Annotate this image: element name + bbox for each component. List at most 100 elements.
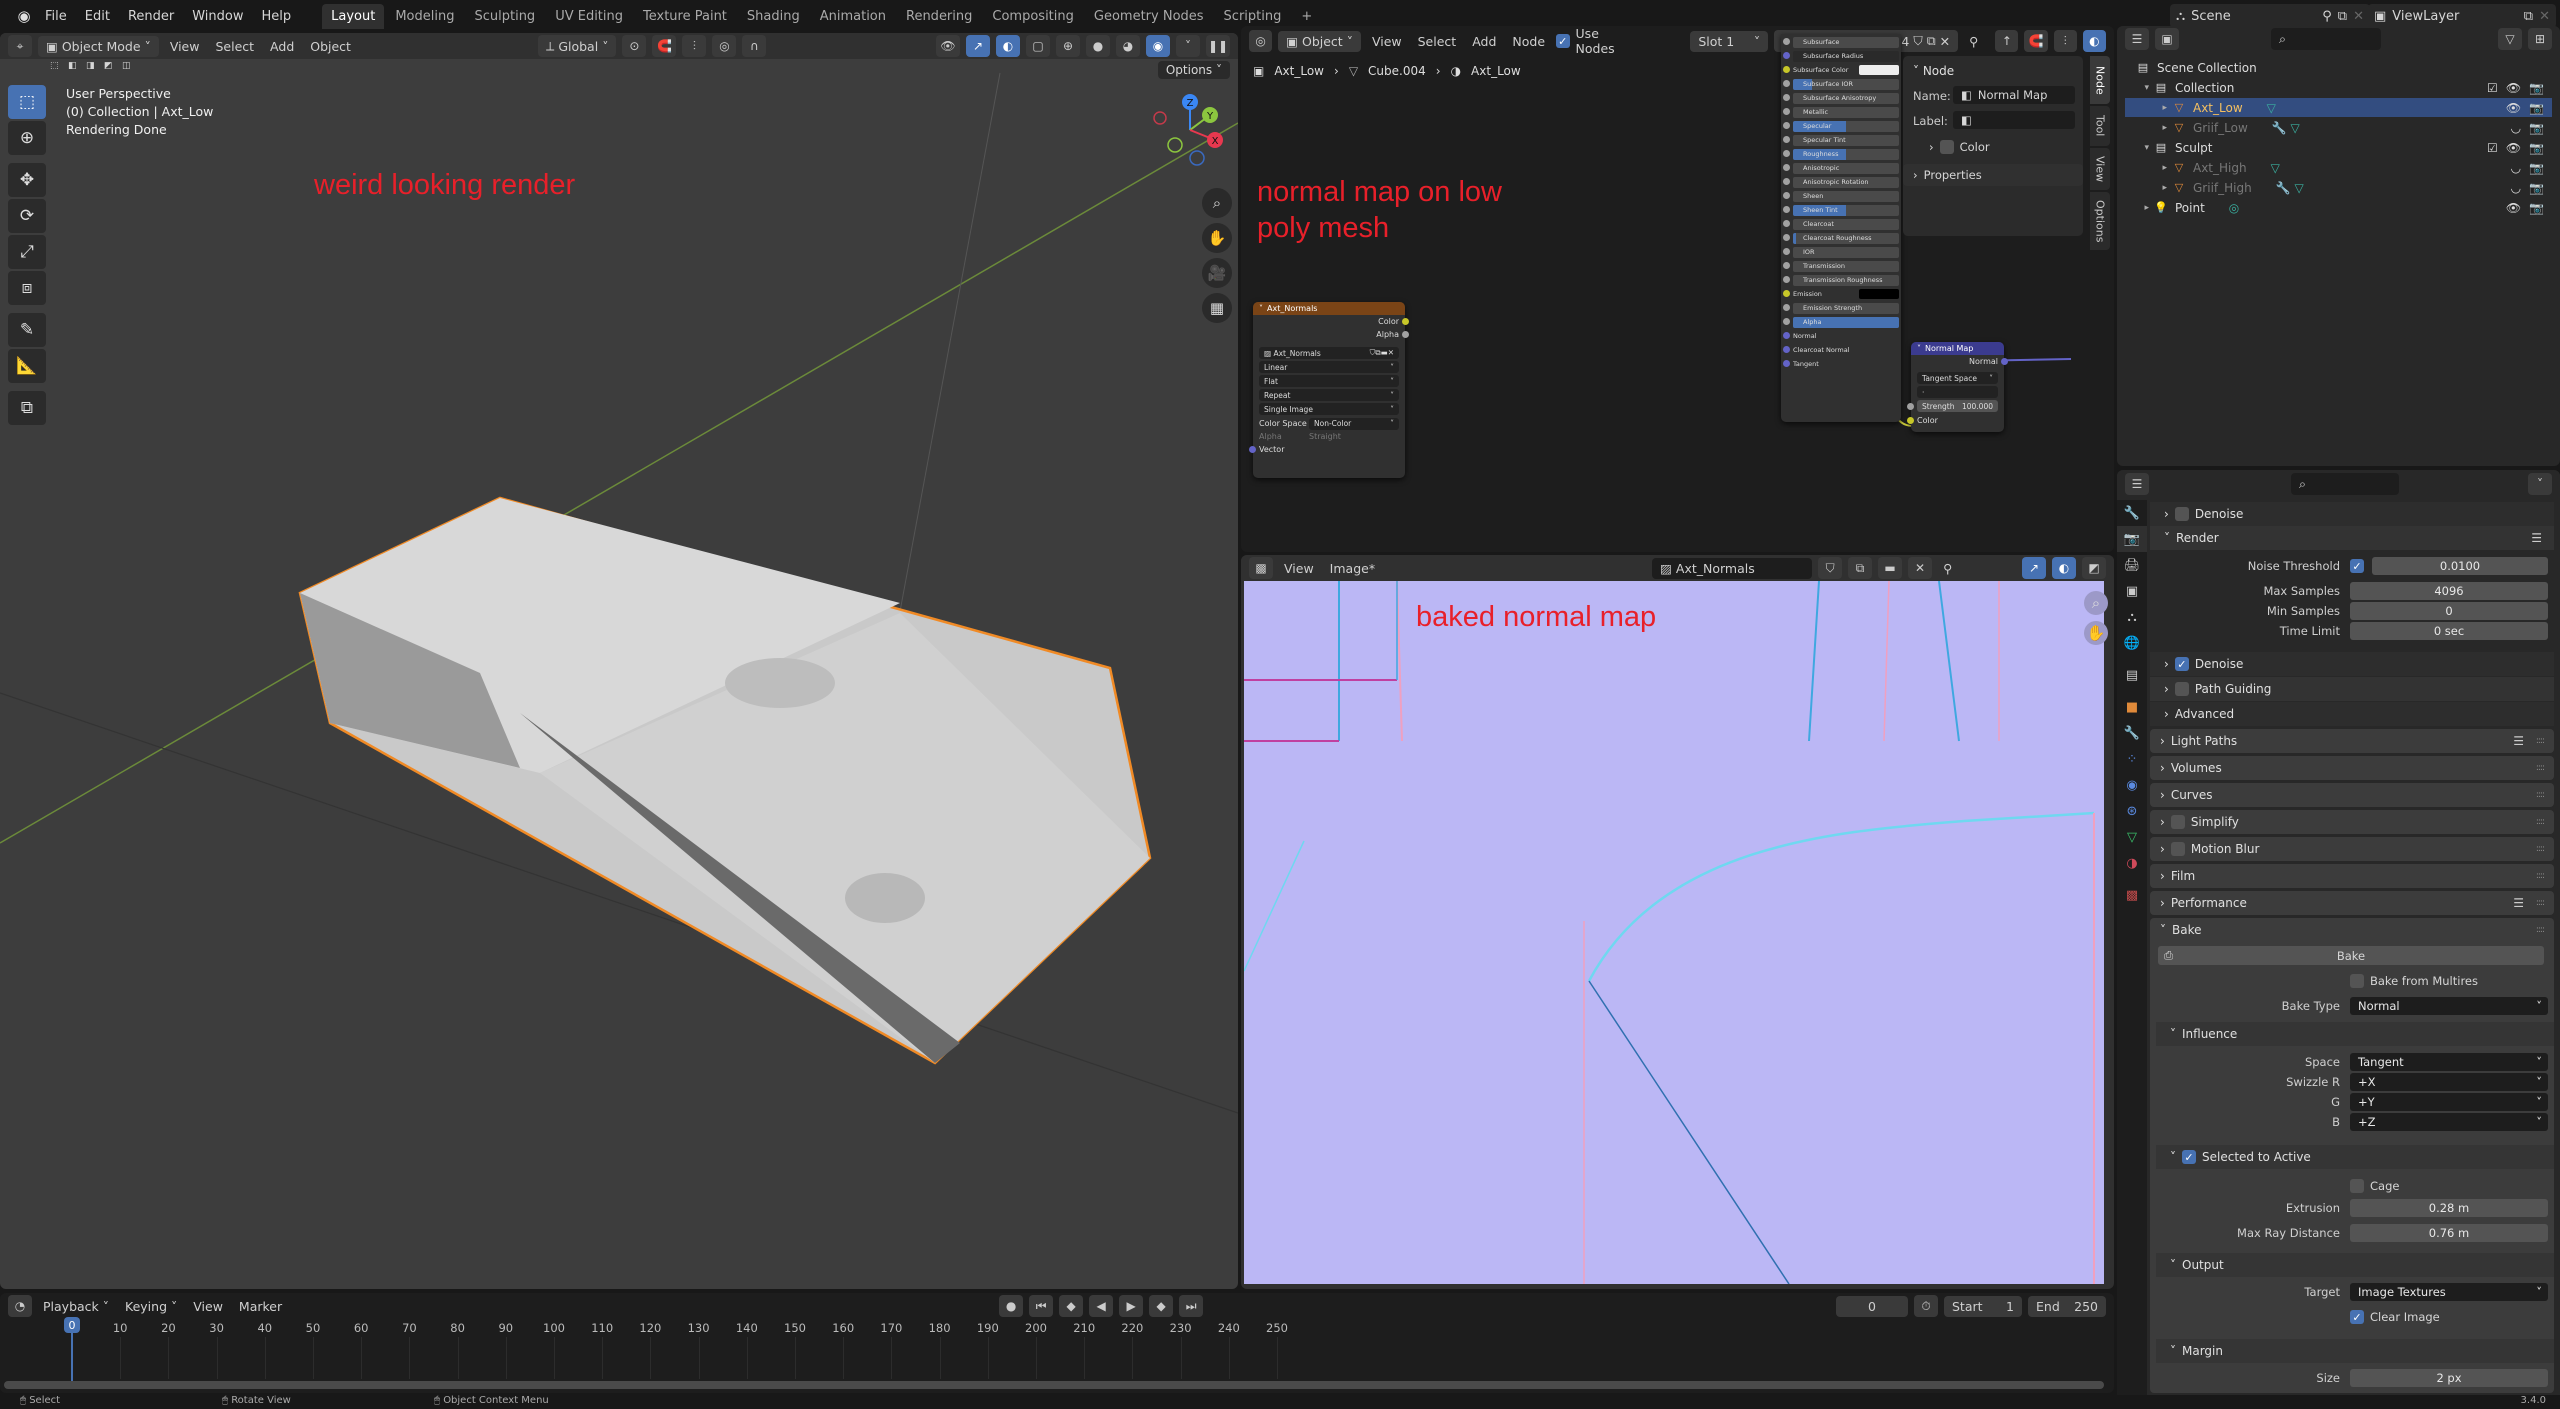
bsdf-input-socket[interactable] [1783, 38, 1790, 45]
expand-arrow-icon[interactable]: ▸ [2125, 123, 2171, 133]
render-toggle-icon[interactable]: 📷 [2529, 81, 2544, 95]
image-selector[interactable]: ▨ Axt_Normals [1652, 557, 1813, 579]
menu-render[interactable]: Render [121, 5, 181, 28]
fake-user-icon[interactable]: ⛉ [1818, 557, 1843, 579]
space-dropdown[interactable]: Tangent ˅ [2350, 1053, 2548, 1071]
mesh-data-icon[interactable]: 🔧 ▽ [2272, 121, 2300, 135]
modifier-tab-icon[interactable]: 🔧 [2117, 720, 2147, 746]
bsdf-input-socket[interactable] [1783, 304, 1790, 311]
eye-icon[interactable]: 👁 [2506, 81, 2521, 95]
render-toggle-icon[interactable]: 📷 [2529, 141, 2544, 155]
drag-handle-icon[interactable]: :::: [2536, 790, 2545, 800]
bsdf-input-socket[interactable] [1783, 52, 1790, 59]
outliner-item[interactable]: ▸ ▽ Axt_Low ▽ 👁 📷 [2125, 98, 2552, 117]
mesh-data-icon[interactable]: 🔧 ▽ [2276, 181, 2304, 195]
tab-animation[interactable]: Animation [811, 4, 895, 29]
render-toggle-icon[interactable]: 📷 [2529, 161, 2544, 175]
drag-handle-icon[interactable]: :::: [2536, 844, 2545, 854]
bsdf-input-socket[interactable] [1783, 248, 1790, 255]
node-label-field[interactable]: ◧ [1953, 111, 2075, 129]
view-layer-tab-icon[interactable]: ▣ [2117, 578, 2147, 604]
editor-type-icon[interactable]: ▩ [1249, 557, 1273, 579]
presets-icon[interactable]: ☰ [2513, 896, 2524, 910]
tab-shading[interactable]: Shading [738, 4, 809, 29]
mesh-data-icon[interactable]: ▽ [2271, 161, 2280, 175]
outliner-item-name[interactable]: Axt_High [2193, 161, 2247, 175]
max-ray-distance-value[interactable]: 0.76 m [2350, 1224, 2548, 1242]
drag-handle-icon[interactable]: :::: [2536, 817, 2545, 827]
next-keyframe-icon[interactable]: ◆ [1149, 1295, 1174, 1317]
simplify-panel[interactable]: › Simplify:::: [2150, 810, 2554, 834]
menu-keying[interactable]: Keying ˅ [120, 1296, 182, 1317]
bsdf-input-field[interactable]: Subsurface [1793, 36, 1899, 48]
render-toggle-icon[interactable]: 📷 [2529, 181, 2544, 195]
hidden-eye-icon[interactable]: ◡ [2511, 121, 2521, 135]
cursor-tool-icon[interactable]: ⊕ [8, 121, 46, 155]
neg-y-axis-icon[interactable] [1167, 137, 1183, 153]
auto-keying-icon[interactable]: ● [999, 1295, 1024, 1317]
bake-button[interactable]: ⎙ Bake [2158, 946, 2544, 965]
bsdf-input-field[interactable]: Specular Tint [1793, 134, 1899, 146]
display-channels-icon[interactable]: ◩ [2082, 557, 2106, 579]
margin-subpanel[interactable]: ˅ Margin [2156, 1339, 2554, 1363]
move-tool-icon[interactable]: ✥ [8, 163, 46, 197]
noise-threshold-checkbox[interactable]: ✓ [2350, 559, 2364, 573]
menu-marker[interactable]: Marker [234, 1296, 287, 1317]
pan-view-icon[interactable]: ✋ [1202, 223, 1232, 253]
vector-input-socket[interactable] [1249, 446, 1256, 453]
sidebar-tab-node[interactable]: Node [2090, 56, 2110, 104]
3d-viewport[interactable]: ⌖ ▣ Object Mode ˅ View Select Add Object … [0, 33, 1238, 1289]
tab-geometry-nodes[interactable]: Geometry Nodes [1085, 4, 1213, 29]
neg-x-axis-icon[interactable] [1153, 111, 1167, 125]
properties-editor[interactable]: ☰ ⌕ ˅ 🔧 📷 🖨 ▣ ⛬ 🌐 ▤ ■ 🔧 ⁘ ◉ ⊛ ▽ ◑ ▩ › De… [2117, 470, 2560, 1405]
outliner[interactable]: ☰ ▣ ⌕ ▽ ⊞ ▤ Scene Collection ▾ ▤ Collection ☑… [2117, 26, 2560, 466]
tab-compositing[interactable]: Compositing [983, 4, 1083, 29]
time-limit-value[interactable]: 0 sec [2350, 622, 2548, 640]
mesh-data-icon[interactable]: ▽ [2267, 101, 2276, 115]
add-cube-tool-icon[interactable]: ⧉ [8, 391, 46, 425]
swizzle-g-dropdown[interactable]: +Y ˅ [2350, 1093, 2548, 1111]
render-toggle-icon[interactable]: 📷 [2529, 121, 2544, 135]
outliner-item-name[interactable]: Scene Collection [2157, 61, 2257, 75]
light-paths-panel[interactable]: › Light Paths ☰:::: [2150, 729, 2554, 753]
bsdf-input-field[interactable]: Sheen [1793, 190, 1899, 202]
outliner-search-input[interactable]: ⌕ [2271, 28, 2381, 50]
bsdf-input-socket[interactable] [1783, 164, 1790, 171]
clear-image-checkbox[interactable]: ✓ [2350, 1310, 2364, 1324]
bsdf-input-socket[interactable] [1783, 262, 1790, 269]
bsdf-color-swatch[interactable] [1859, 65, 1899, 75]
bsdf-input-field[interactable]: Anisotropic Rotation [1793, 176, 1899, 188]
outliner-item-name[interactable]: Collection [2175, 81, 2234, 95]
neg-z-axis-icon[interactable] [1189, 150, 1205, 166]
alpha-output-socket[interactable] [1402, 331, 1409, 338]
bsdf-input-socket[interactable] [1783, 360, 1790, 367]
bsdf-input-field[interactable]: Transmission [1793, 260, 1899, 272]
constraints-tab-icon[interactable]: ⊛ [2117, 798, 2147, 824]
editor-type-icon[interactable]: ☰ [2125, 28, 2149, 50]
source-dropdown[interactable]: Single Image ˅ [1259, 403, 1399, 415]
menu-view[interactable]: View [1279, 558, 1319, 579]
color-input-socket[interactable] [1907, 417, 1914, 424]
world-tab-icon[interactable]: 🌐 [2117, 630, 2147, 656]
bsdf-input-field[interactable]: Roughness [1793, 148, 1899, 160]
bsdf-input-socket[interactable] [1783, 122, 1790, 129]
delete-scene-icon[interactable]: ✕ [2353, 9, 2364, 24]
editor-type-icon[interactable]: ☰ [2125, 473, 2149, 495]
timeline-scrollbar[interactable] [4, 1381, 2104, 1389]
filter-icon[interactable]: ▽ [2498, 28, 2522, 50]
menu-help[interactable]: Help [255, 5, 299, 28]
preview-range-icon[interactable]: ⏱ [1914, 1295, 1938, 1317]
expand-arrow-icon[interactable]: ▸ [2125, 103, 2171, 113]
play-icon[interactable]: ▶ [1119, 1295, 1144, 1317]
uv-map-field[interactable]: · [1917, 386, 1998, 398]
eye-icon[interactable]: 👁 [2506, 101, 2521, 115]
render-toggle-icon[interactable]: 📷 [2529, 101, 2544, 115]
image-node-header[interactable]: ˅ Axt_Normals [1253, 302, 1405, 315]
tab-uv-editing[interactable]: UV Editing [546, 4, 632, 29]
sidebar-tab-options[interactable]: Options [2090, 192, 2110, 250]
advanced-subpanel[interactable]: › Advanced [2150, 702, 2554, 726]
strength-field[interactable]: Strength 100.000 [1907, 400, 1998, 412]
scale-tool-icon[interactable]: ⤢ [8, 235, 46, 269]
min-samples-value[interactable]: 0 [2350, 602, 2548, 620]
render-tab-icon[interactable]: 📷 [2117, 526, 2147, 552]
